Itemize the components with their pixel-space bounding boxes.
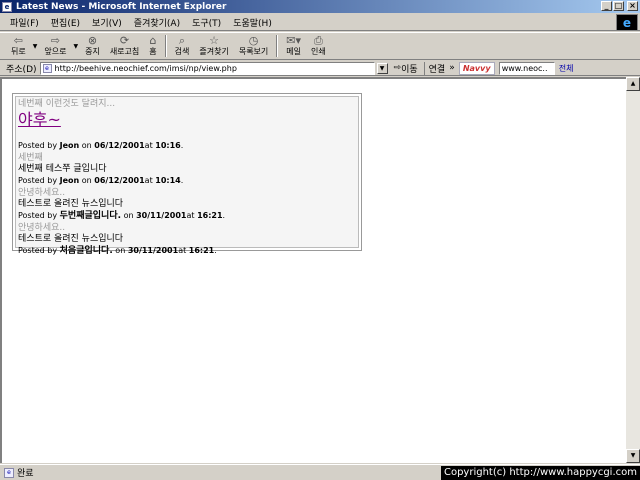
address-dropdown-icon[interactable]: ▼ xyxy=(376,62,388,74)
stop-icon: ⊗ xyxy=(87,34,98,47)
address-url: http://beehive.neochief.com/imsi/np/view… xyxy=(54,63,237,73)
history-icon: ◷ xyxy=(248,34,259,47)
menu-tools[interactable]: 도구(T) xyxy=(186,16,227,29)
navvy-search-input[interactable]: www.neoc.. xyxy=(498,61,555,75)
forward-arrow-icon: ⇨ xyxy=(50,34,61,47)
forward-dropdown-icon[interactable]: ▼ xyxy=(71,43,80,50)
scroll-up-icon[interactable]: ▲ xyxy=(626,77,640,91)
address-bar: 주소(D) e http://beehive.neochief.com/imsi… xyxy=(0,61,640,76)
maximize-button[interactable]: □ xyxy=(613,1,624,11)
news-title[interactable]: 세번째 xyxy=(18,152,356,164)
posted-line: Posted by 처음글입니다. on 30/11/2001at 16:21. xyxy=(18,246,217,256)
mail-button[interactable]: ✉▾ 메일 xyxy=(281,33,306,59)
news-box: 네번째 이런것도 달려지... 야후~ Posted by Jeon on 06… xyxy=(12,93,362,256)
search-all-link[interactable]: 전체 xyxy=(559,63,574,74)
address-label: 주소(D) xyxy=(6,64,37,75)
standard-toolbar: ⇦ 뒤로 ▼ ⇨ 앞으로 ▼ ⊗ 중지 ⟳ 새로고침 ⌂ 홈 ⌕ 검색 ☆ 즐겨… xyxy=(0,32,640,60)
go-arrow-icon: ⇨ xyxy=(393,63,402,73)
back-arrow-icon: ⇦ xyxy=(13,34,23,47)
links-more-icon[interactable]: » xyxy=(449,63,455,73)
home-button[interactable]: ⌂ 홈 xyxy=(144,33,161,59)
status-text: 완료 xyxy=(17,469,34,479)
status-bar: e 완료 Copyright(c) http://www.happycgi.co… xyxy=(0,464,640,480)
toolbar-separator xyxy=(276,35,279,57)
menu-edit[interactable]: 편집(E) xyxy=(45,16,86,29)
go-button[interactable]: ⇨ 이동 xyxy=(390,62,422,75)
close-button[interactable]: × xyxy=(627,1,638,11)
news-title[interactable]: 안녕하세요.. xyxy=(18,222,356,234)
news-body: 테스트로 올려진 뉴스입니다 xyxy=(18,234,124,244)
news-title[interactable]: 네번째 이런것도 달려지... xyxy=(18,98,356,110)
back-dropdown-icon[interactable]: ▼ xyxy=(31,43,40,50)
copyright-text: Copyright(c) http://www.happycgi.com xyxy=(440,466,640,480)
news-title-link[interactable]: 야후~ xyxy=(18,110,356,130)
scroll-down-icon[interactable]: ▼ xyxy=(626,449,640,463)
vertical-scrollbar[interactable]: ▲ ▼ xyxy=(626,77,640,463)
news-body: 테스트로 올려진 뉴스입니다 xyxy=(18,199,124,209)
menu-bar: 파일(F) 편집(E) 보기(V) 즐겨찾기(A) 도구(T) 도움말(H) xyxy=(0,14,640,31)
toolbar-separator xyxy=(164,35,167,57)
refresh-button[interactable]: ⟳ 새로고침 xyxy=(105,33,144,59)
menu-favorites[interactable]: 즐겨찾기(A) xyxy=(128,16,186,29)
posted-line: Posted by 두번째글입니다. on 30/11/2001at 16:21… xyxy=(18,211,226,221)
search-icon: ⌕ xyxy=(178,34,186,47)
posted-line: Posted by Jeon on 06/12/2001at 10:14. xyxy=(18,176,184,185)
page-viewport: 네번째 이런것도 달려지... 야후~ Posted by Jeon on 06… xyxy=(0,77,626,463)
address-input[interactable]: e http://beehive.neochief.com/imsi/np/vi… xyxy=(39,61,375,75)
stop-button[interactable]: ⊗ 중지 xyxy=(80,33,105,59)
menu-file[interactable]: 파일(F) xyxy=(4,16,45,29)
print-button[interactable]: ⎙ 인쇄 xyxy=(306,33,331,59)
history-button[interactable]: ◷ 목록보기 xyxy=(234,33,273,59)
window-title: Latest News - Microsoft Internet Explore… xyxy=(16,1,227,12)
posted-line: Posted by Jeon on 06/12/2001at 10:16. xyxy=(18,141,184,150)
favorites-icon: ☆ xyxy=(209,34,220,47)
links-label[interactable]: 연결 xyxy=(423,61,450,75)
search-button[interactable]: ⌕ 검색 xyxy=(170,33,195,59)
refresh-icon: ⟳ xyxy=(119,34,130,47)
minimize-button[interactable]: _ xyxy=(601,1,612,11)
menu-help[interactable]: 도움말(H) xyxy=(227,16,278,29)
news-body: 세번째 테스쭈 글입니다 xyxy=(18,164,107,174)
ie-page-icon: e xyxy=(2,1,12,12)
menu-view[interactable]: 보기(V) xyxy=(86,16,128,29)
status-page-icon: e xyxy=(4,467,14,478)
mail-icon: ✉▾ xyxy=(286,34,302,47)
page-icon: e xyxy=(42,63,52,73)
forward-button[interactable]: ⇨ 앞으로 xyxy=(39,33,71,59)
print-icon: ⎙ xyxy=(313,34,323,47)
news-title[interactable]: 안녕하세요.. xyxy=(18,187,356,199)
favorites-button[interactable]: ☆ 즐겨찾기 xyxy=(194,33,233,59)
ie-logo-icon: e xyxy=(616,14,638,31)
title-bar: e Latest News - Microsoft Internet Explo… xyxy=(0,0,640,13)
back-button[interactable]: ⇦ 뒤로 xyxy=(6,33,31,59)
home-icon: ⌂ xyxy=(149,34,157,47)
navvy-logo[interactable]: Navvy xyxy=(458,61,495,75)
